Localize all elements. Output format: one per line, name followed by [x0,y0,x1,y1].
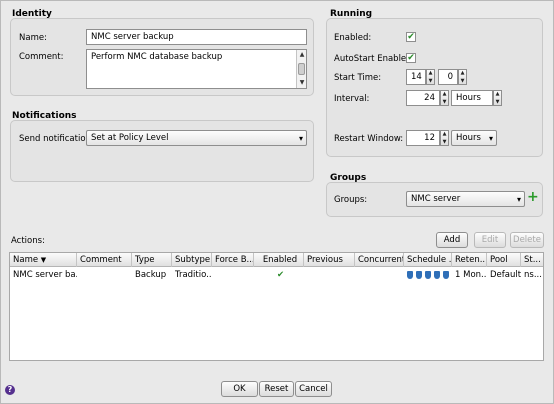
send-notification-value: Set at Policy Level [91,133,169,143]
cell-previous [304,268,355,282]
column-header[interactable]: Type [132,253,172,267]
start-hour-field[interactable]: 14 [406,69,426,85]
column-header[interactable]: Comment [77,253,132,267]
schedule-shield-icon [443,270,449,279]
restart-window-label: Restart Window: [334,134,404,144]
send-notification-select[interactable]: Set at Policy Level ▾ [86,130,307,146]
scroll-thumb[interactable] [298,63,305,75]
comment-label: Comment: [19,52,64,62]
schedule-shield-icon [407,270,413,279]
schedule-shield-icon [425,270,431,279]
column-header[interactable]: Force B... [212,253,254,267]
autostart-label: AutoStart Enabled: [334,54,415,64]
spin-down-icon[interactable]: ▼ [494,99,501,107]
column-header[interactable]: Enabled [254,253,304,267]
column-header[interactable]: Pool [487,253,521,267]
spin-down-icon[interactable]: ▼ [441,99,448,107]
column-header[interactable]: Reten... [452,253,487,267]
restart-window-field[interactable]: 12 [406,130,440,146]
start-minute-field[interactable]: 0 [438,69,458,85]
enabled-checkbox[interactable]: ✔ [406,32,416,42]
spin-down-icon[interactable]: ▼ [441,139,448,147]
groups-value: NMC server [411,194,461,204]
comment-textarea[interactable]: Perform NMC database backup ▲ ▼ [86,49,307,89]
cell-name: NMC server ba... [13,270,77,280]
actions-table: Name ▼ Comment Type Subtype Force B... E… [9,252,544,361]
spin-up-icon[interactable]: ▲ [441,91,448,99]
interval-unit-field[interactable]: Hours [451,90,493,106]
groups-title: Groups [330,173,367,183]
column-header[interactable]: Name ▼ [10,253,77,267]
cell-status: ns... [524,270,542,280]
spin-down-icon[interactable]: ▼ [459,78,466,86]
cell-retention: 1 Mon... [455,270,487,280]
reset-button[interactable]: Reset [259,381,294,397]
spin-down-icon[interactable]: ▼ [427,78,434,86]
spin-up-icon[interactable]: ▲ [427,70,434,78]
enabled-check-icon: ✔ [276,270,285,280]
schedule-shield-icon [434,270,440,279]
actions-label: Actions: [11,236,45,246]
column-header[interactable]: Subtype [172,253,212,267]
send-notification-label: Send notification: [19,134,94,144]
column-header[interactable]: St... [521,253,543,267]
help-icon[interactable]: ? [5,385,15,395]
cell-pool: Default [490,270,521,280]
table-row[interactable]: NMC server ba... Backup Traditio... ✔ 1 … [10,268,543,283]
notifications-title: Notifications [12,111,77,121]
table-header: Name ▼ Comment Type Subtype Force B... E… [10,253,543,267]
schedule-shield-icon [416,270,422,279]
start-hour-stepper[interactable]: ▲ ▼ [426,69,435,85]
start-time-label: Start Time: [334,73,382,83]
interval-unit-stepper[interactable]: ▲ ▼ [493,90,502,106]
start-minute-stepper[interactable]: ▲ ▼ [458,69,467,85]
enabled-label: Enabled: [334,33,372,43]
groups-label: Groups: [334,195,368,205]
column-header[interactable]: Concurrent [355,253,404,267]
ok-button[interactable]: OK [221,381,258,397]
comment-scrollbar[interactable]: ▲ ▼ [296,50,306,88]
cancel-button[interactable]: Cancel [295,381,332,397]
edit-action-button[interactable]: Edit [474,232,506,248]
scroll-down-icon[interactable]: ▼ [298,79,306,87]
name-field[interactable]: NMC server backup [86,29,307,45]
scroll-up-icon[interactable]: ▲ [298,51,306,59]
cell-type: Backup [135,270,167,280]
comment-text: Perform NMC database backup [91,52,223,62]
cell-subtype: Traditio... [175,270,212,280]
spin-up-icon[interactable]: ▲ [459,70,466,78]
interval-stepper[interactable]: ▲ ▼ [440,90,449,106]
name-label: Name: [19,33,47,43]
chevron-down-icon: ▾ [516,195,521,204]
spin-up-icon[interactable]: ▲ [494,91,501,99]
restart-unit-value: Hours [456,133,481,143]
running-title: Running [330,9,373,19]
column-header[interactable]: Previous [304,253,355,267]
spin-up-icon[interactable]: ▲ [441,131,448,139]
interval-field[interactable]: 24 [406,90,440,106]
cell-force [212,268,254,282]
add-group-icon[interactable]: + [527,189,539,205]
interval-label: Interval: [334,94,370,104]
groups-select[interactable]: NMC server ▾ [406,191,525,207]
identity-title: Identity [12,9,52,19]
chevron-down-icon: ▾ [488,134,493,143]
cell-comment [77,268,132,282]
cell-concurrent [355,268,404,282]
restart-window-stepper[interactable]: ▲ ▼ [440,130,449,146]
delete-action-button[interactable]: Delete [510,232,544,248]
chevron-down-icon: ▾ [298,134,303,143]
cell-schedule [404,268,452,282]
add-action-button[interactable]: Add [436,232,468,248]
autostart-checkbox[interactable]: ✔ [406,53,416,63]
column-header[interactable]: Schedule ... [404,253,452,267]
restart-unit-select[interactable]: Hours ▾ [451,130,497,146]
sort-descending-icon: ▼ [40,256,47,264]
